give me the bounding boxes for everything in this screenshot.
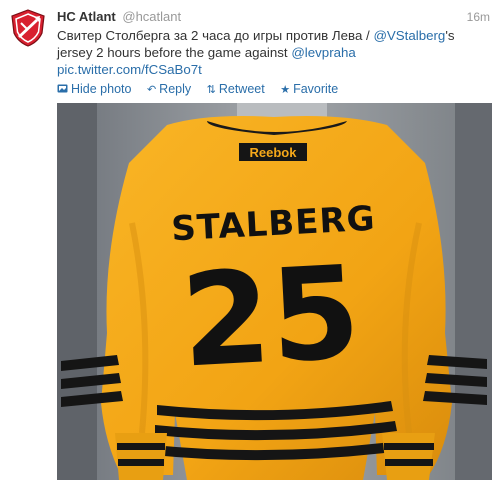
photo-icon [57, 82, 68, 98]
tweet-header: HC Atlant @hcatlant 16m [57, 8, 492, 26]
retweet-icon: ⇅ [206, 84, 216, 96]
favorite-label: Favorite [293, 82, 339, 96]
mention-levpraha[interactable]: @levpraha [291, 45, 356, 60]
retweet-label: Retweet [218, 82, 265, 96]
hc-atlant-logo-icon[interactable] [9, 9, 47, 47]
retweet-button[interactable]: ⇅ Retweet [207, 81, 265, 98]
author-handle[interactable]: @hcatlant [122, 9, 181, 24]
tweet-text: Свитер Столберга за 2 часа до игры проти… [57, 27, 487, 78]
jersey-photo: Reebok STALBERG 25 [57, 103, 492, 480]
right-sleeve-stripes [423, 355, 487, 405]
hide-photo-button[interactable]: Hide photo [57, 81, 131, 98]
hide-photo-label: Hide photo [71, 82, 132, 96]
author-name[interactable]: HC Atlant [57, 9, 116, 24]
reply-icon: ↶ [146, 84, 157, 96]
tweet-text-part1: Свитер Столберга за 2 часа до игры проти… [57, 28, 374, 43]
favorite-button[interactable]: ★ Favorite [280, 81, 338, 98]
mention-vstalberg[interactable]: @VStalberg [373, 28, 445, 43]
reply-label: Reply [159, 82, 192, 96]
player-number: 25 [178, 239, 364, 397]
left-sleeve-stripes [61, 355, 123, 407]
reply-button[interactable]: ↶ Reply [147, 81, 191, 98]
tweet-timestamp[interactable]: 16m [467, 8, 490, 26]
tweet-card: HC Atlant @hcatlant 16m Свитер Столберга… [0, 0, 500, 487]
tweet-photo[interactable]: Reebok STALBERG 25 [57, 103, 492, 480]
photo-link[interactable]: pic.twitter.com/fCSaBo7t [57, 62, 202, 77]
star-icon: ★ [280, 84, 291, 96]
tweet-actions: Hide photo ↶ Reply ⇅ Retweet ★ Favorite [57, 81, 350, 97]
brand-logo: Reebok [250, 145, 298, 160]
